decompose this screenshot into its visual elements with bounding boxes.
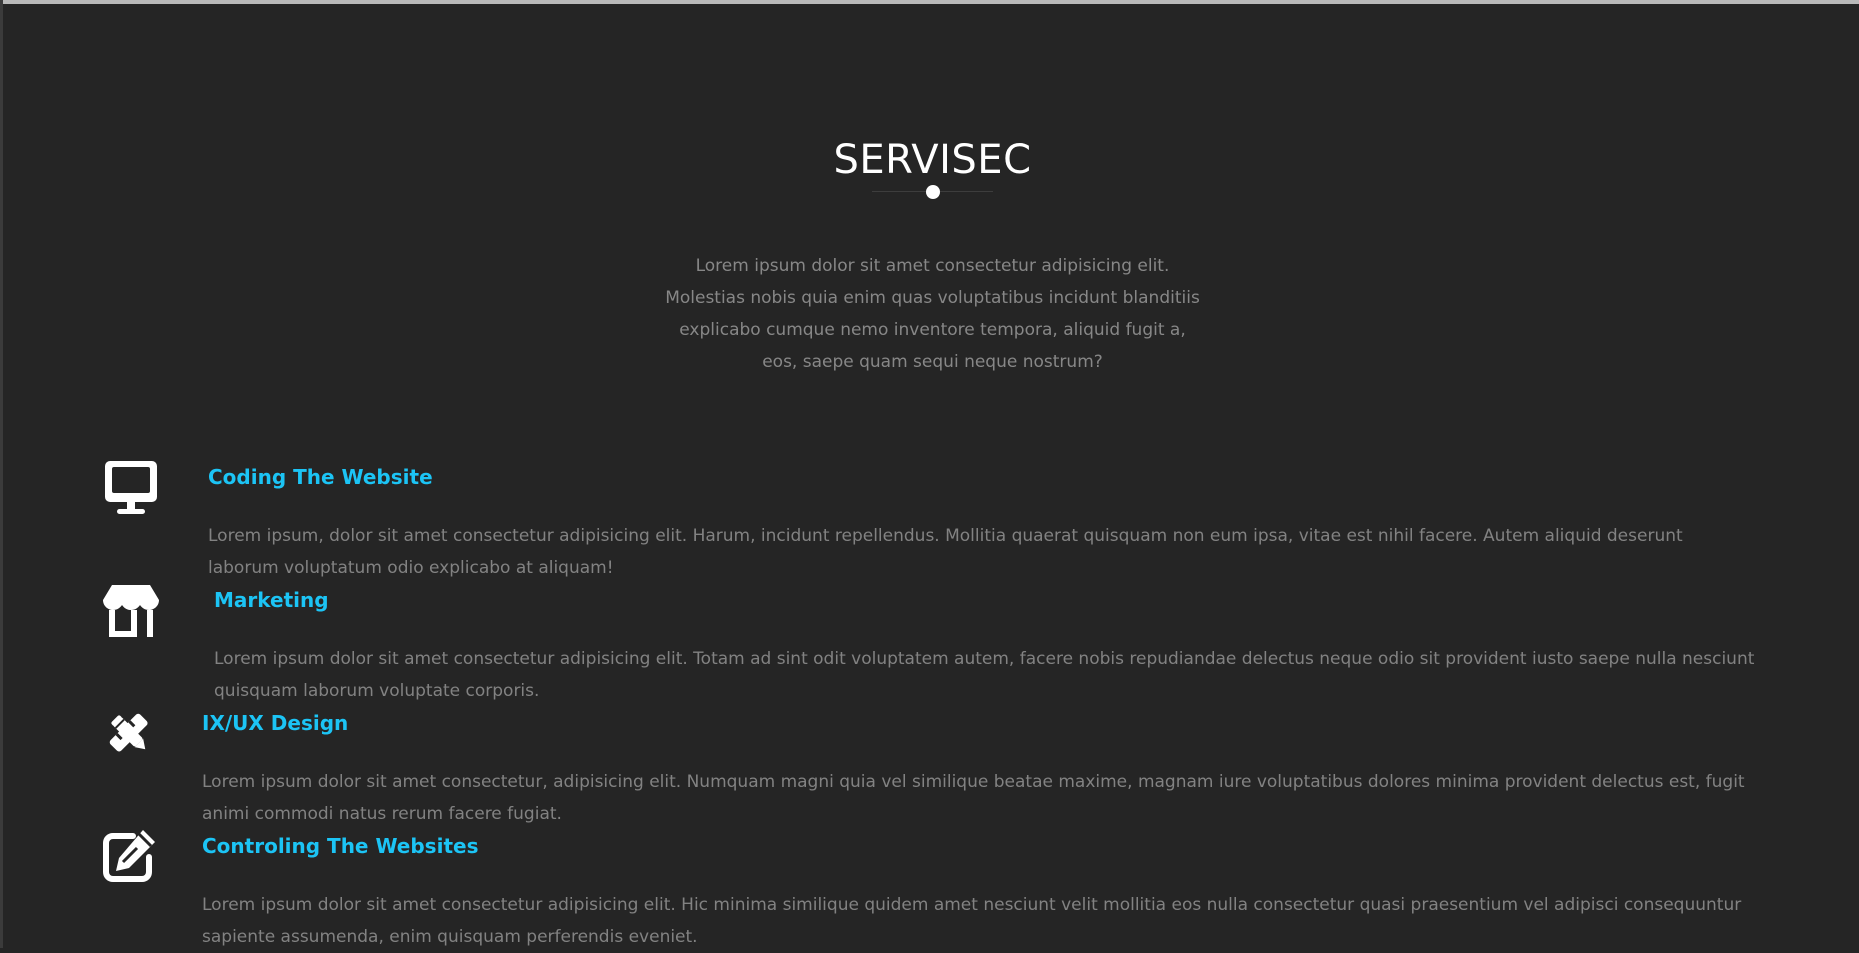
edit-icon: [101, 826, 159, 884]
design-tools-icon: [100, 704, 158, 762]
service-description-design: Lorem ipsum dolor sit amet consectetur, …: [202, 772, 1745, 824]
desktop-icon: [102, 458, 160, 516]
service-title-marketing: Marketing: [214, 588, 329, 612]
section-title: SERVISEC: [833, 136, 1032, 183]
service-title-coding: Coding The Website: [208, 465, 433, 489]
service-description-coding: Lorem ipsum, dolor sit amet consectetur …: [208, 526, 1683, 578]
service-description-controlling: Lorem ipsum dolor sit amet consectetur a…: [202, 895, 1742, 947]
divider-dot: [926, 185, 940, 199]
shop-icon: [102, 581, 160, 639]
service-description-marketing: Lorem ipsum dolor sit amet consectetur a…: [214, 649, 1755, 701]
service-title-design: IX/UX Design: [202, 711, 349, 735]
services-section: SERVISEC Lorem ipsum dolor sit amet cons…: [0, 0, 1859, 948]
service-title-controlling: Controling The Websites: [202, 834, 479, 858]
section-intro: Lorem ipsum dolor sit amet consectetur a…: [665, 256, 1200, 372]
